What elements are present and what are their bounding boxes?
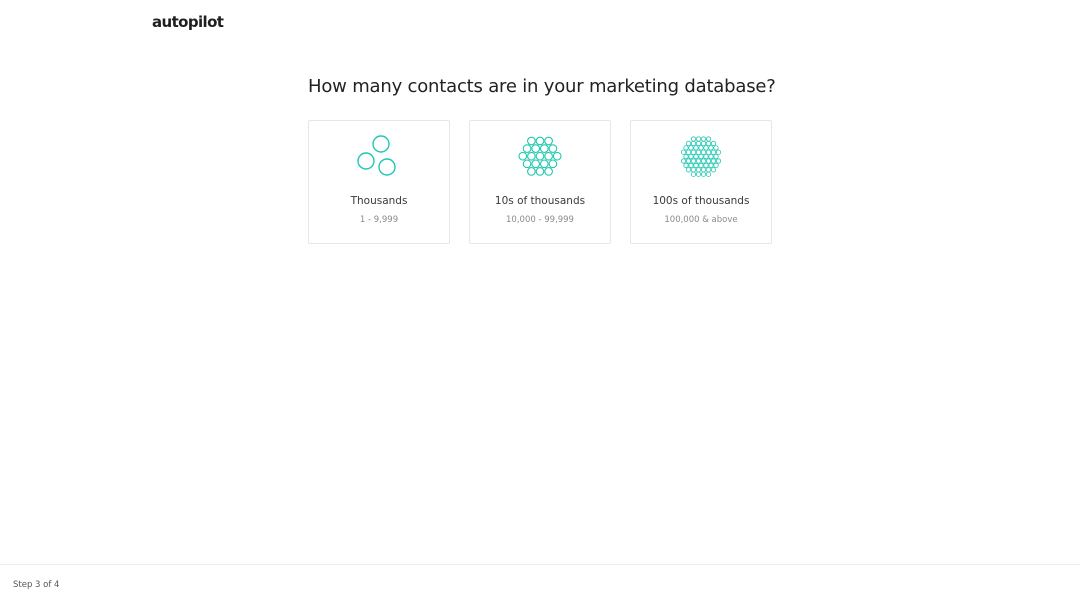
circle-shape	[705, 140, 712, 146]
circle-shape	[700, 136, 707, 142]
circle-shape	[705, 171, 712, 177]
circle-shape	[703, 162, 709, 168]
circle-shape	[715, 158, 722, 164]
circle-shape	[688, 153, 694, 160]
many-circles-icon	[518, 136, 562, 176]
circle-shape	[710, 158, 717, 164]
circle-shape	[700, 158, 707, 164]
option-range: 100,000 & above	[664, 215, 738, 225]
circle-shape	[713, 153, 719, 160]
circle-shape	[698, 153, 704, 160]
contact-size-options: Thousands 1 - 9,999 10s of thousands 10,…	[308, 120, 772, 244]
step-indicator: Step 3 of 4	[13, 580, 60, 590]
circle-shape	[685, 158, 692, 164]
circle-shape	[683, 162, 689, 168]
circle-shape	[705, 136, 712, 142]
circle-shape	[685, 140, 692, 146]
option-title: 100s of thousands	[652, 195, 750, 207]
circle-shape	[695, 149, 702, 155]
circle-shape	[527, 151, 536, 161]
circle-shape	[531, 144, 541, 153]
circle-shape	[690, 149, 697, 155]
circle-shape	[700, 171, 707, 177]
circle-shape	[693, 145, 699, 151]
circle-shape	[698, 162, 704, 168]
option-tens-of-thousands[interactable]: 10s of thousands 10,000 - 99,999	[469, 120, 611, 244]
circle-shape	[527, 167, 536, 176]
circle-shape	[683, 145, 689, 151]
circle-shape	[700, 167, 707, 173]
autopilot-logo[interactable]: autopilot	[152, 13, 224, 31]
circle-shape	[708, 145, 714, 151]
circle-shape	[690, 158, 697, 164]
onboarding-page: autopilot How many contacts are in your …	[0, 0, 1080, 600]
circle-shape	[552, 151, 562, 161]
circle-shape	[544, 151, 553, 161]
circle-shape	[378, 158, 396, 176]
circle-shape	[683, 153, 689, 160]
circle-shape	[688, 145, 694, 151]
circle-shape	[539, 159, 549, 169]
circle-shape	[548, 159, 558, 169]
circle-shape	[705, 158, 712, 164]
circle-shape	[698, 145, 704, 151]
circle-shape	[544, 167, 553, 176]
circle-shape	[700, 140, 707, 146]
circle-shape	[703, 145, 709, 151]
circle-shape	[695, 140, 702, 146]
circle-shape	[703, 153, 709, 160]
circle-shape	[548, 144, 558, 153]
circle-shape	[535, 136, 545, 146]
circle-shape	[705, 167, 712, 173]
circle-shape	[372, 135, 390, 153]
circle-shape	[535, 167, 545, 176]
circle-shape	[708, 153, 714, 160]
circle-shape	[680, 149, 687, 155]
circle-shape	[685, 167, 692, 173]
circle-shape	[535, 151, 545, 161]
option-title: 10s of thousands	[494, 195, 586, 207]
circle-shape	[357, 152, 375, 170]
circle-shape	[690, 136, 697, 142]
circle-shape	[693, 153, 699, 160]
circle-shape	[695, 136, 702, 142]
question-title: How many contacts are in your marketing …	[308, 76, 776, 97]
circle-shape	[688, 162, 694, 168]
option-title: Thousands	[350, 195, 408, 207]
circle-shape	[690, 167, 697, 173]
circle-shape	[693, 162, 699, 168]
footer-bar: Step 3 of 4	[0, 564, 1080, 600]
circle-shape	[710, 149, 717, 155]
circle-shape	[695, 167, 702, 173]
circle-shape	[715, 149, 722, 155]
circle-shape	[690, 140, 697, 146]
option-hundreds-of-thousands[interactable]: 100s of thousands 100,000 & above	[630, 120, 772, 244]
option-thousands[interactable]: Thousands 1 - 9,999	[308, 120, 450, 244]
circle-shape	[522, 159, 532, 169]
circle-shape	[700, 149, 707, 155]
circle-shape	[713, 145, 719, 151]
circle-shape	[695, 158, 702, 164]
circle-shape	[531, 159, 541, 169]
circle-shape	[685, 149, 692, 155]
circle-shape	[680, 158, 687, 164]
dense-circles-icon	[680, 136, 722, 177]
circle-shape	[522, 144, 532, 153]
circle-shape	[690, 171, 697, 177]
option-range: 1 - 9,999	[359, 215, 399, 225]
circle-shape	[710, 140, 717, 146]
option-range: 10,000 - 99,999	[506, 215, 574, 225]
circle-shape	[539, 144, 549, 153]
circle-shape	[713, 162, 719, 168]
circle-shape	[710, 167, 717, 173]
circle-shape	[527, 136, 536, 146]
three-circles-icon	[357, 135, 396, 176]
circle-shape	[695, 171, 702, 177]
circle-shape	[708, 162, 714, 168]
circle-shape	[544, 136, 553, 146]
circle-shape	[518, 151, 528, 161]
circle-shape	[705, 149, 712, 155]
